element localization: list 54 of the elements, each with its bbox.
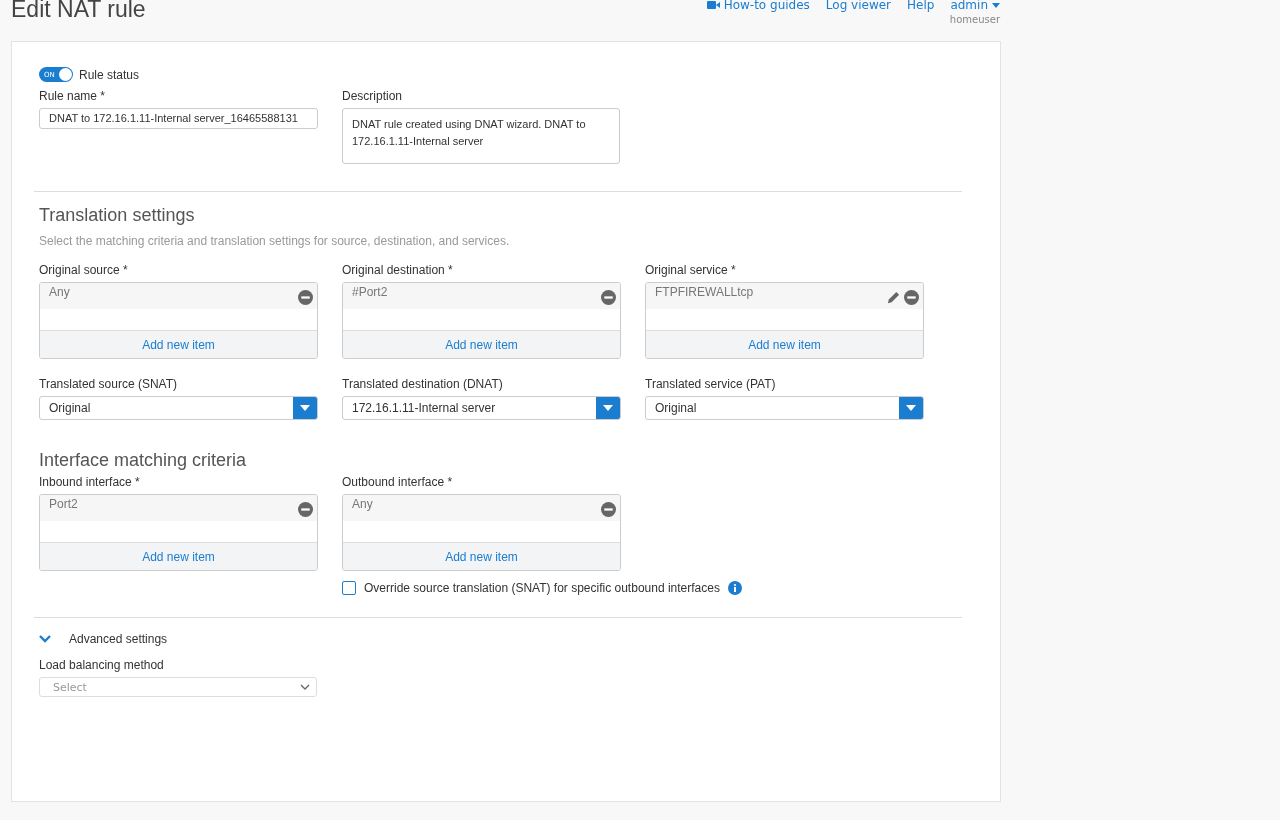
add-item-button[interactable]: Add new item [40, 542, 317, 570]
field-label: Outbound interface * [342, 475, 454, 489]
field-label: Original destination * [342, 263, 454, 277]
remove-icon[interactable] [601, 502, 616, 517]
add-item-button[interactable]: Add new item [40, 330, 317, 358]
user-name: homeuser [949, 14, 1000, 25]
remove-icon[interactable] [298, 502, 313, 517]
chevron-icon [300, 684, 310, 690]
advanced-settings-toggle[interactable]: Advanced settings [39, 632, 168, 646]
item-text: #Port2 [352, 285, 388, 299]
field-label: Translated destination (DNAT) [342, 377, 504, 391]
field-label: Rule name * [39, 89, 107, 103]
field-label: Translated source (SNAT) [39, 377, 179, 391]
field-label: Translated service (PAT) [645, 377, 777, 391]
item-text: Port2 [49, 497, 78, 511]
info-icon[interactable] [727, 581, 742, 595]
dropdown[interactable]: Original [39, 396, 318, 420]
load-balancing-dropdown[interactable]: Select [39, 677, 317, 697]
video-camera-icon [706, 0, 720, 10]
description-field[interactable]: DNAT rule created using DNAT wizard. DNAT to 172.16.1.11-Internal server [342, 108, 620, 164]
add-item-button[interactable]: Add new item [646, 330, 923, 358]
chevron-icon [39, 635, 51, 643]
caret-icon [906, 405, 916, 411]
section-title: Interface matching criteria [39, 450, 248, 471]
remove-icon[interactable] [298, 290, 313, 305]
field-label: Original source * [39, 263, 129, 277]
section-title: Translation settings [39, 205, 196, 226]
caret-icon [300, 405, 310, 411]
item-text: Any [49, 285, 70, 299]
dropdown[interactable]: Original [645, 396, 924, 420]
field-label: Load balancing method [39, 658, 165, 672]
checkbox-label: Override source translation (SNAT) for specific outbound interfaces [364, 581, 720, 595]
remove-icon[interactable] [904, 290, 919, 305]
rule-name-field[interactable]: DNAT to 172.16.1.11-Internal server_16465588131 [39, 108, 318, 129]
caret-icon [992, 2, 1000, 8]
user-menu[interactable]: admin [950, 0, 1000, 12]
item-text: FTPFIREWALLtcp [655, 285, 754, 299]
page-title: Edit NAT rule [11, 0, 146, 24]
header-link[interactable]: Log viewer [825, 0, 892, 12]
section-description: Select the matching criteria and translation settings for source, destination, and services. [39, 234, 511, 248]
pencil-icon[interactable] [886, 290, 901, 305]
field-label: Inbound interface * [39, 475, 141, 489]
add-item-button[interactable]: Add new item [343, 542, 620, 570]
toggle-label: Rule status [79, 67, 140, 82]
field-label: Description [342, 89, 404, 103]
field-label: Original service * [645, 263, 737, 277]
dropdown[interactable]: 172.16.1.11-Internal server [342, 396, 621, 420]
caret-icon [603, 405, 613, 411]
checkbox[interactable] [342, 581, 356, 595]
header-link[interactable]: How-to guides [706, 0, 810, 12]
header-link[interactable]: Help [907, 0, 935, 12]
remove-icon[interactable] [601, 290, 616, 305]
add-item-button[interactable]: Add new item [343, 330, 620, 358]
item-text: Any [352, 497, 373, 511]
